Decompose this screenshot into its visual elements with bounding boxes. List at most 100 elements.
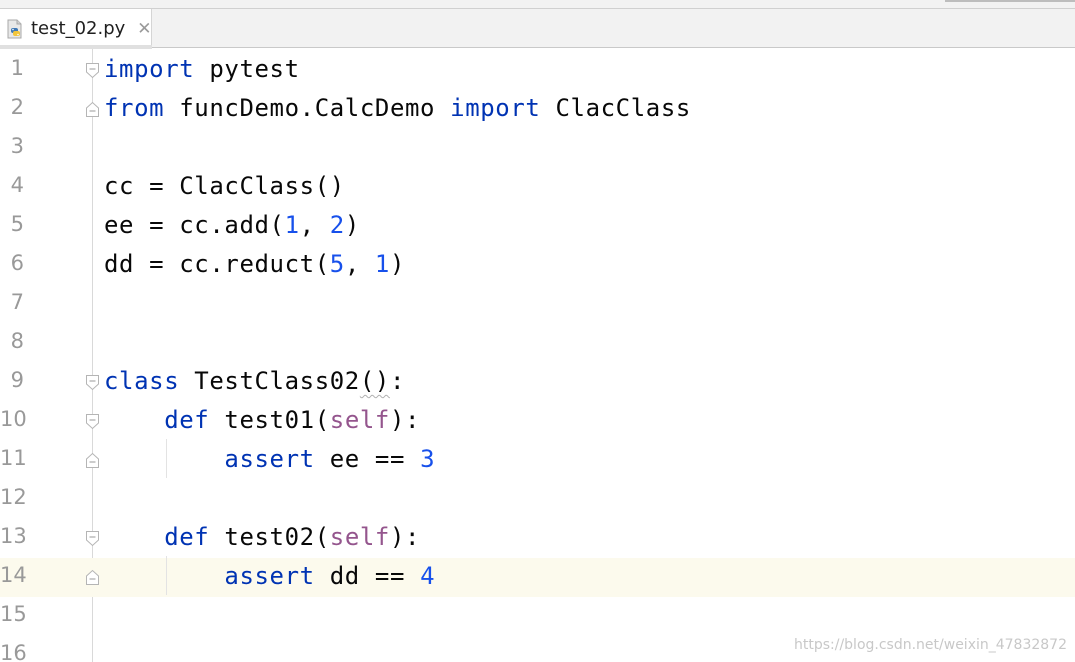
code-line[interactable]: 8 — [0, 324, 1075, 363]
editor-tab-strip: test_02.py ✕ — [0, 9, 1075, 49]
keyword-token: assert — [224, 445, 315, 473]
self-token: self — [329, 523, 390, 551]
code-token: : — [389, 367, 406, 395]
code-text: def test01(self): — [104, 406, 420, 434]
window-top-strip — [0, 0, 1075, 9]
code-token: ): — [389, 523, 421, 551]
code-text: def test02(self): — [104, 523, 420, 551]
python-file-icon — [6, 19, 24, 39]
number-token: 3 — [420, 445, 436, 473]
code-line[interactable]: 6 dd = cc.reduct(5, 1) — [0, 246, 1075, 285]
code-token: funcDemo.CalcDemo — [164, 94, 451, 122]
line-number: 10 — [0, 407, 27, 431]
code-token: dd == — [314, 562, 421, 590]
code-text: assert dd == 4 — [104, 562, 435, 590]
code-token: cc = ClacClass() — [104, 172, 345, 200]
number-token: 5 — [329, 250, 345, 278]
gutter-cell: 15 — [0, 597, 92, 636]
line-number: 7 — [10, 290, 24, 314]
gutter-cell: 8 — [0, 324, 92, 363]
code-line[interactable]: 10 def test01(self): — [0, 402, 1075, 441]
fold-end-icon[interactable] — [85, 101, 100, 118]
gutter-cell: 10 — [0, 402, 99, 441]
code-token: TestClass02 — [179, 367, 360, 395]
code-line[interactable]: 3 — [0, 129, 1075, 168]
number-token: 1 — [284, 211, 300, 239]
code-token: dd = cc.reduct( — [104, 250, 330, 278]
code-line[interactable]: 12 — [0, 480, 1075, 519]
number-token: 1 — [374, 250, 390, 278]
line-number: 16 — [0, 641, 27, 662]
line-number: 11 — [0, 446, 27, 470]
code-token: () — [359, 367, 390, 395]
keyword-token: def — [164, 523, 210, 551]
code-text: cc = ClacClass() — [104, 172, 345, 200]
line-number: 9 — [10, 368, 24, 392]
code-text: assert ee == 3 — [104, 445, 435, 473]
code-text: ee = cc.add(1, 2) — [104, 211, 360, 239]
keyword-token: import — [104, 55, 195, 83]
number-token: 2 — [329, 211, 345, 239]
line-number: 5 — [10, 212, 24, 236]
fold-open-icon[interactable] — [85, 374, 100, 391]
code-line[interactable]: 14 assert dd == 4 — [0, 558, 1075, 597]
code-text: class TestClass02(): — [104, 367, 405, 395]
code-token: test02( — [209, 523, 330, 551]
code-token: ClacClass — [540, 94, 691, 122]
gutter-cell: 5 — [0, 207, 92, 246]
fold-open-icon[interactable] — [85, 530, 100, 547]
indent-guide — [166, 439, 167, 478]
code-line[interactable]: 11 assert ee == 3 — [0, 441, 1075, 480]
close-icon[interactable]: ✕ — [137, 19, 151, 39]
fold-end-icon[interactable] — [85, 569, 100, 586]
code-line[interactable]: 7 — [0, 285, 1075, 324]
gutter-cell: 12 — [0, 480, 92, 519]
watermark-text: https://blog.csdn.net/weixin_47832872 — [793, 637, 1067, 653]
code-editor[interactable]: 1 import pytest 2 from funcDemo.CalcDemo im… — [0, 49, 1075, 662]
code-line[interactable]: 2 from funcDemo.CalcDemo import ClacClass — [0, 90, 1075, 129]
line-number: 13 — [0, 524, 27, 548]
line-number: 14 — [0, 563, 27, 587]
code-token: pytest — [194, 55, 300, 83]
tab-file-name: test_02.py — [31, 18, 126, 39]
keyword-token: from — [104, 94, 165, 122]
self-token: self — [329, 406, 390, 434]
code-token: ) — [389, 250, 406, 278]
toolbar-divider — [945, 0, 1075, 2]
code-line[interactable]: 1 import pytest — [0, 51, 1075, 90]
line-number: 1 — [10, 56, 24, 80]
gutter-cell: 11 — [0, 441, 99, 480]
keyword-token: def — [164, 406, 210, 434]
editor-tab-test-02[interactable]: test_02.py ✕ — [0, 9, 152, 49]
code-line[interactable]: 15 — [0, 597, 1075, 636]
code-line[interactable]: 4 cc = ClacClass() — [0, 168, 1075, 207]
number-token: 4 — [420, 562, 436, 590]
gutter-cell: 3 — [0, 129, 92, 168]
line-number: 8 — [10, 329, 24, 353]
code-token: ) — [344, 211, 360, 239]
code-line[interactable]: 5 ee = cc.add(1, 2) — [0, 207, 1075, 246]
fold-open-icon[interactable] — [85, 413, 100, 430]
line-number: 3 — [10, 134, 24, 158]
fold-open-icon[interactable] — [85, 62, 100, 79]
keyword-token: class — [104, 367, 180, 395]
line-number: 6 — [10, 251, 24, 275]
code-token: ee = cc.add( — [104, 211, 285, 239]
fold-end-icon[interactable] — [85, 452, 100, 469]
code-text: dd = cc.reduct(5, 1) — [104, 250, 405, 278]
code-token: test01( — [209, 406, 330, 434]
gutter-cell: 14 — [0, 558, 99, 597]
code-line[interactable]: 13 def test02(self): — [0, 519, 1075, 558]
code-token: ): — [389, 406, 421, 434]
code-line[interactable]: 9 class TestClass02(): — [0, 363, 1075, 402]
line-number: 12 — [0, 485, 27, 509]
code-token: ee == — [314, 445, 421, 473]
code-token: , — [299, 211, 330, 239]
gutter-cell: 16 — [0, 636, 92, 662]
gutter-cell: 4 — [0, 168, 92, 207]
gutter-cell: 6 — [0, 246, 92, 285]
code-text: from funcDemo.CalcDemo import ClacClass — [104, 94, 691, 122]
